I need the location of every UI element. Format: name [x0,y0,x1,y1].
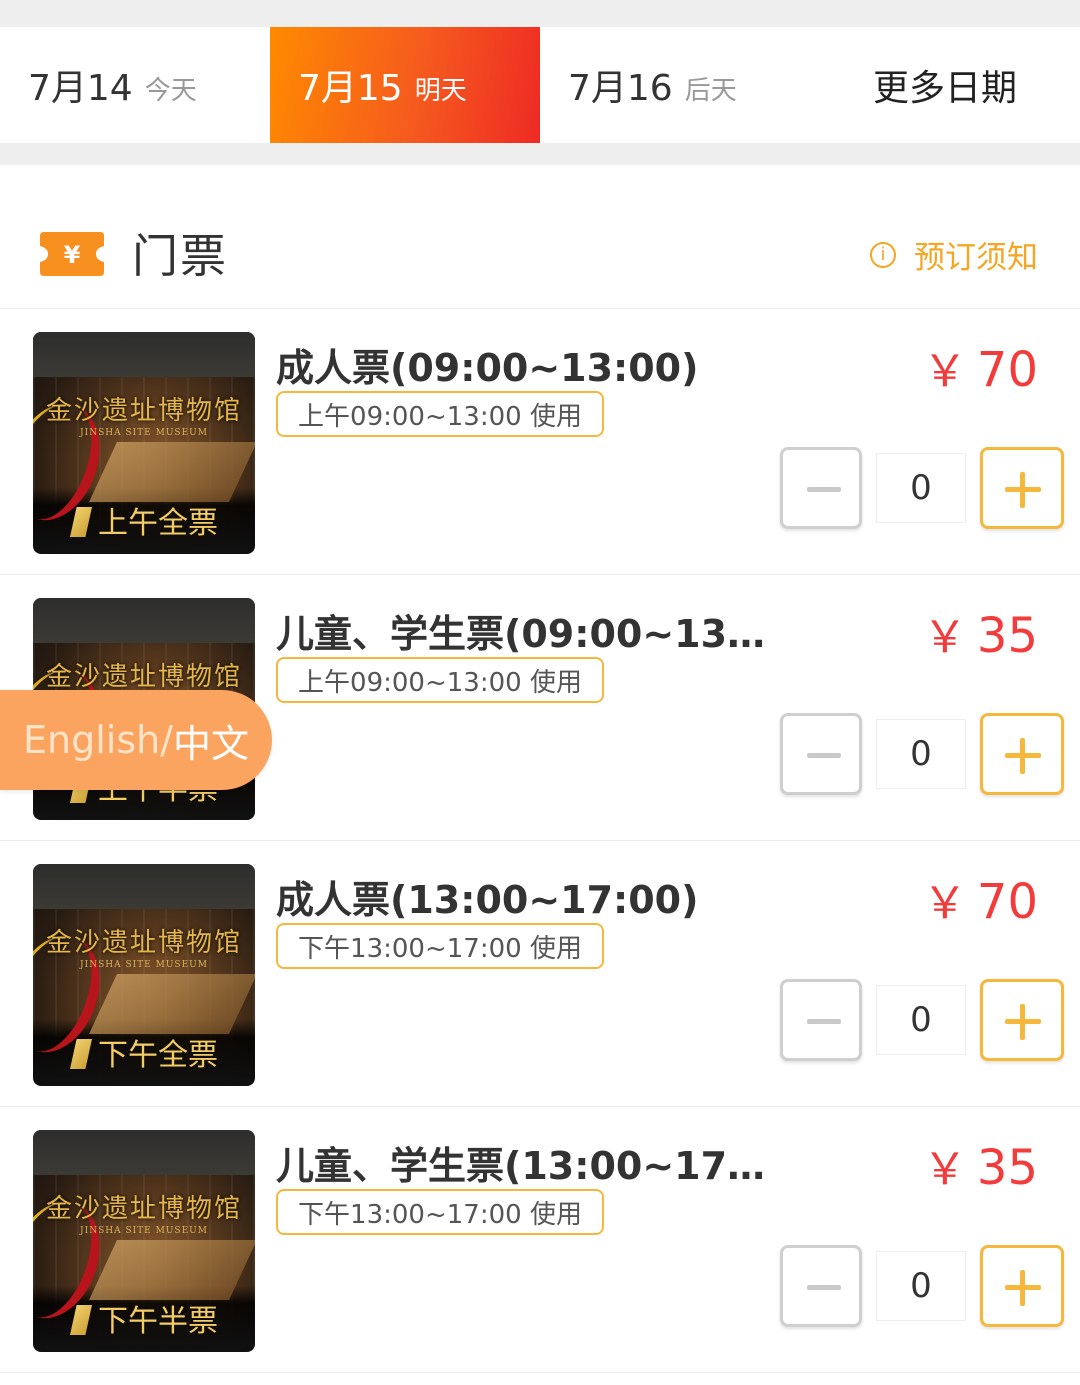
date-tab-tomorrow[interactable]: 7月15 明天 [270,27,540,143]
section-divider [0,143,1080,165]
currency-symbol: ￥ [922,878,967,929]
ticket-stub-icon [70,507,92,537]
date-sublabel: 今天 [144,75,197,106]
ticket-row: 金沙遗址博物馆 JINSHA SITE MUSEUM 上午全票 成人票(09:0… [0,309,1080,575]
language-toggle-en: English/ [22,718,173,762]
date-label: 7月15 [298,68,403,109]
ticket-time-tag: 下午13:00~17:00 使用 [276,1189,604,1235]
price-value: 35 [976,608,1038,664]
image-roof [33,864,255,909]
ticket-name[interactable]: 成人票(13:00~17:00) [276,869,766,924]
ticket-time-tag: 下午13:00~17:00 使用 [276,923,604,969]
language-toggle[interactable]: English/中文 [0,690,272,790]
quantity-stepper: 0 [780,1245,1064,1329]
ticket-row: 金沙遗址博物馆 JINSHA SITE MUSEUM 下午半票 儿童、学生票(1… [0,1107,1080,1373]
image-excavation [89,442,255,502]
currency-symbol: ￥ [922,346,967,397]
price-value: 70 [976,342,1038,398]
increase-button[interactable] [980,1245,1064,1327]
booking-notice-link[interactable]: i 预订须知 [870,232,1038,277]
minus-icon [807,487,841,492]
increase-button[interactable] [980,979,1064,1061]
image-caption: 下午半票 [33,1296,255,1340]
ticket-price: ￥ 35 [923,1133,1038,1197]
image-museum-name-en: JINSHA SITE MUSEUM [80,428,208,438]
booking-notice-label: 预订须知 [914,240,1038,276]
minus-icon [807,1019,841,1024]
ticket-stub-icon [70,1305,92,1335]
date-label: 7月16 [568,68,673,109]
quantity-field[interactable]: 0 [876,719,966,789]
decrease-button[interactable] [780,713,862,795]
quantity-field[interactable]: 0 [876,985,966,1055]
image-caption-text: 下午半票 [98,1304,218,1339]
plus-icon-vertical [1020,472,1025,508]
ticket-name[interactable]: 儿童、学生票(13:00~17… [276,1135,766,1190]
quantity-field[interactable]: 0 [876,453,966,523]
image-caption-text: 上午全票 [98,506,218,541]
ticket-image[interactable]: 金沙遗址博物馆 JINSHA SITE MUSEUM 下午半票 [33,1130,255,1352]
decrease-button[interactable] [780,979,862,1061]
ticket-image[interactable]: 金沙遗址博物馆 JINSHA SITE MUSEUM 上午全票 [33,332,255,554]
image-museum-name: 金沙遗址博物馆 [45,662,242,692]
decrease-button[interactable] [780,447,862,529]
image-museum-name-en: JINSHA SITE MUSEUM [80,1226,208,1236]
ticket-stub-icon [70,1039,92,1069]
image-museum-name: 金沙遗址博物馆 [45,1194,242,1224]
image-museum-name: 金沙遗址博物馆 [45,928,242,958]
price-value: 70 [976,874,1038,930]
ticket-price: ￥ 70 [923,335,1038,399]
plus-icon-vertical [1020,738,1025,774]
ticket-name[interactable]: 成人票(09:00~13:00) [276,337,766,392]
image-excavation [89,974,255,1034]
quantity-field[interactable]: 0 [876,1251,966,1321]
increase-button[interactable] [980,447,1064,529]
ticket-row: 金沙遗址博物馆 JINSHA SITE MUSEUM 下午全票 成人票(13:0… [0,841,1080,1107]
quantity-stepper: 0 [780,713,1064,797]
date-tab-day-after[interactable]: 7月16 后天 [540,27,810,143]
image-roof [33,1130,255,1175]
more-dates-label: 更多日期 [872,68,1017,109]
date-sublabel: 明天 [414,75,467,106]
date-label: 7月14 [28,68,133,109]
ticket-time-tag: 上午09:00~13:00 使用 [276,391,604,437]
ticket-icon: ¥ [40,232,104,276]
language-toggle-zh: 中文 [173,721,250,766]
currency-symbol: ￥ [922,612,967,663]
image-museum-name-en: JINSHA SITE MUSEUM [80,960,208,970]
date-sublabel: 后天 [684,75,737,106]
image-caption-text: 下午全票 [98,1038,218,1073]
ticket-name[interactable]: 儿童、学生票(09:00~13… [276,603,766,658]
increase-button[interactable] [980,713,1064,795]
image-caption: 下午全票 [33,1030,255,1074]
info-icon: i [870,241,896,268]
date-tab-today[interactable]: 7月14 今天 [0,27,270,143]
ticket-price: ￥ 70 [923,867,1038,931]
quantity-stepper: 0 [780,447,1064,531]
image-excavation [89,1240,255,1300]
ticket-price: ￥ 35 [923,601,1038,665]
section-title: 门票 [132,229,228,283]
ticket-time-tag: 上午09:00~13:00 使用 [276,657,604,703]
currency-symbol: ￥ [922,1144,967,1195]
price-value: 35 [976,1140,1038,1196]
plus-icon-vertical [1020,1004,1025,1040]
image-caption: 上午全票 [33,498,255,542]
ticket-image[interactable]: 金沙遗址博物馆 JINSHA SITE MUSEUM 下午全票 [33,864,255,1086]
minus-icon [807,1285,841,1290]
date-selector: 7月14 今天 7月15 明天 7月16 后天 更多日期 [0,27,1080,143]
decrease-button[interactable] [780,1245,862,1327]
top-spacer [0,0,1080,27]
plus-icon-vertical [1020,1270,1025,1306]
image-roof [33,598,255,643]
image-museum-name: 金沙遗址博物馆 [45,396,242,426]
more-dates-button[interactable]: 更多日期 [810,27,1080,143]
ticket-icon-glyph: ¥ [64,241,81,269]
minus-icon [807,753,841,758]
quantity-stepper: 0 [780,979,1064,1063]
image-roof [33,332,255,377]
